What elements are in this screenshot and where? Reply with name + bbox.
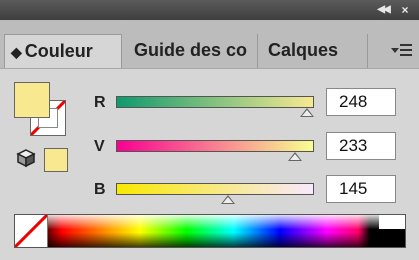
- slider-track-r[interactable]: [116, 96, 314, 108]
- tab-calques[interactable]: Calques: [258, 34, 368, 68]
- value-field-b[interactable]: 145: [326, 175, 396, 203]
- spectrum-black-swatch[interactable]: [379, 229, 405, 247]
- none-swatch-icon: [13, 213, 49, 249]
- collapse-icon[interactable]: ◀◀: [375, 3, 391, 17]
- slider-row-b: B 145: [0, 175, 419, 217]
- tab-guide-label: Guide des co: [134, 40, 248, 60]
- panel-menu-icon[interactable]: [391, 42, 413, 60]
- tab-couleur[interactable]: ◆ Couleur: [4, 34, 122, 68]
- slider-track-v[interactable]: [116, 140, 314, 152]
- value-field-v[interactable]: 233: [326, 132, 396, 160]
- tab-guide-des-couleurs[interactable]: Guide des co: [122, 34, 258, 68]
- slider-label-v: V: [94, 138, 105, 155]
- spectrum-none-swatch[interactable]: [13, 213, 49, 249]
- slider-thumb-b[interactable]: [220, 195, 235, 204]
- slider-label-b: B: [94, 181, 106, 198]
- tab-bar: ◆ Couleur Guide des co Calques: [0, 20, 419, 69]
- tab-calques-label: Calques: [268, 40, 339, 60]
- slider-track-b[interactable]: [116, 183, 314, 195]
- tab-options-icon: ◆: [11, 44, 22, 60]
- close-icon[interactable]: ×: [397, 3, 413, 17]
- color-spectrum[interactable]: [13, 213, 406, 249]
- panel-title-bar: ◀◀ ×: [0, 0, 419, 20]
- slider-thumb-r[interactable]: [299, 108, 314, 117]
- fill-swatch[interactable]: [14, 82, 50, 118]
- slider-label-r: R: [94, 94, 106, 111]
- color-panel: ◀◀ × ◆ Couleur Guide des co Calques R 24…: [0, 0, 419, 260]
- slider-row-v: V 233: [0, 132, 419, 174]
- spectrum-white-swatch[interactable]: [379, 215, 405, 229]
- slider-thumb-v[interactable]: [288, 152, 303, 161]
- value-field-r[interactable]: 248: [326, 88, 396, 116]
- tab-couleur-label: Couleur: [24, 41, 93, 61]
